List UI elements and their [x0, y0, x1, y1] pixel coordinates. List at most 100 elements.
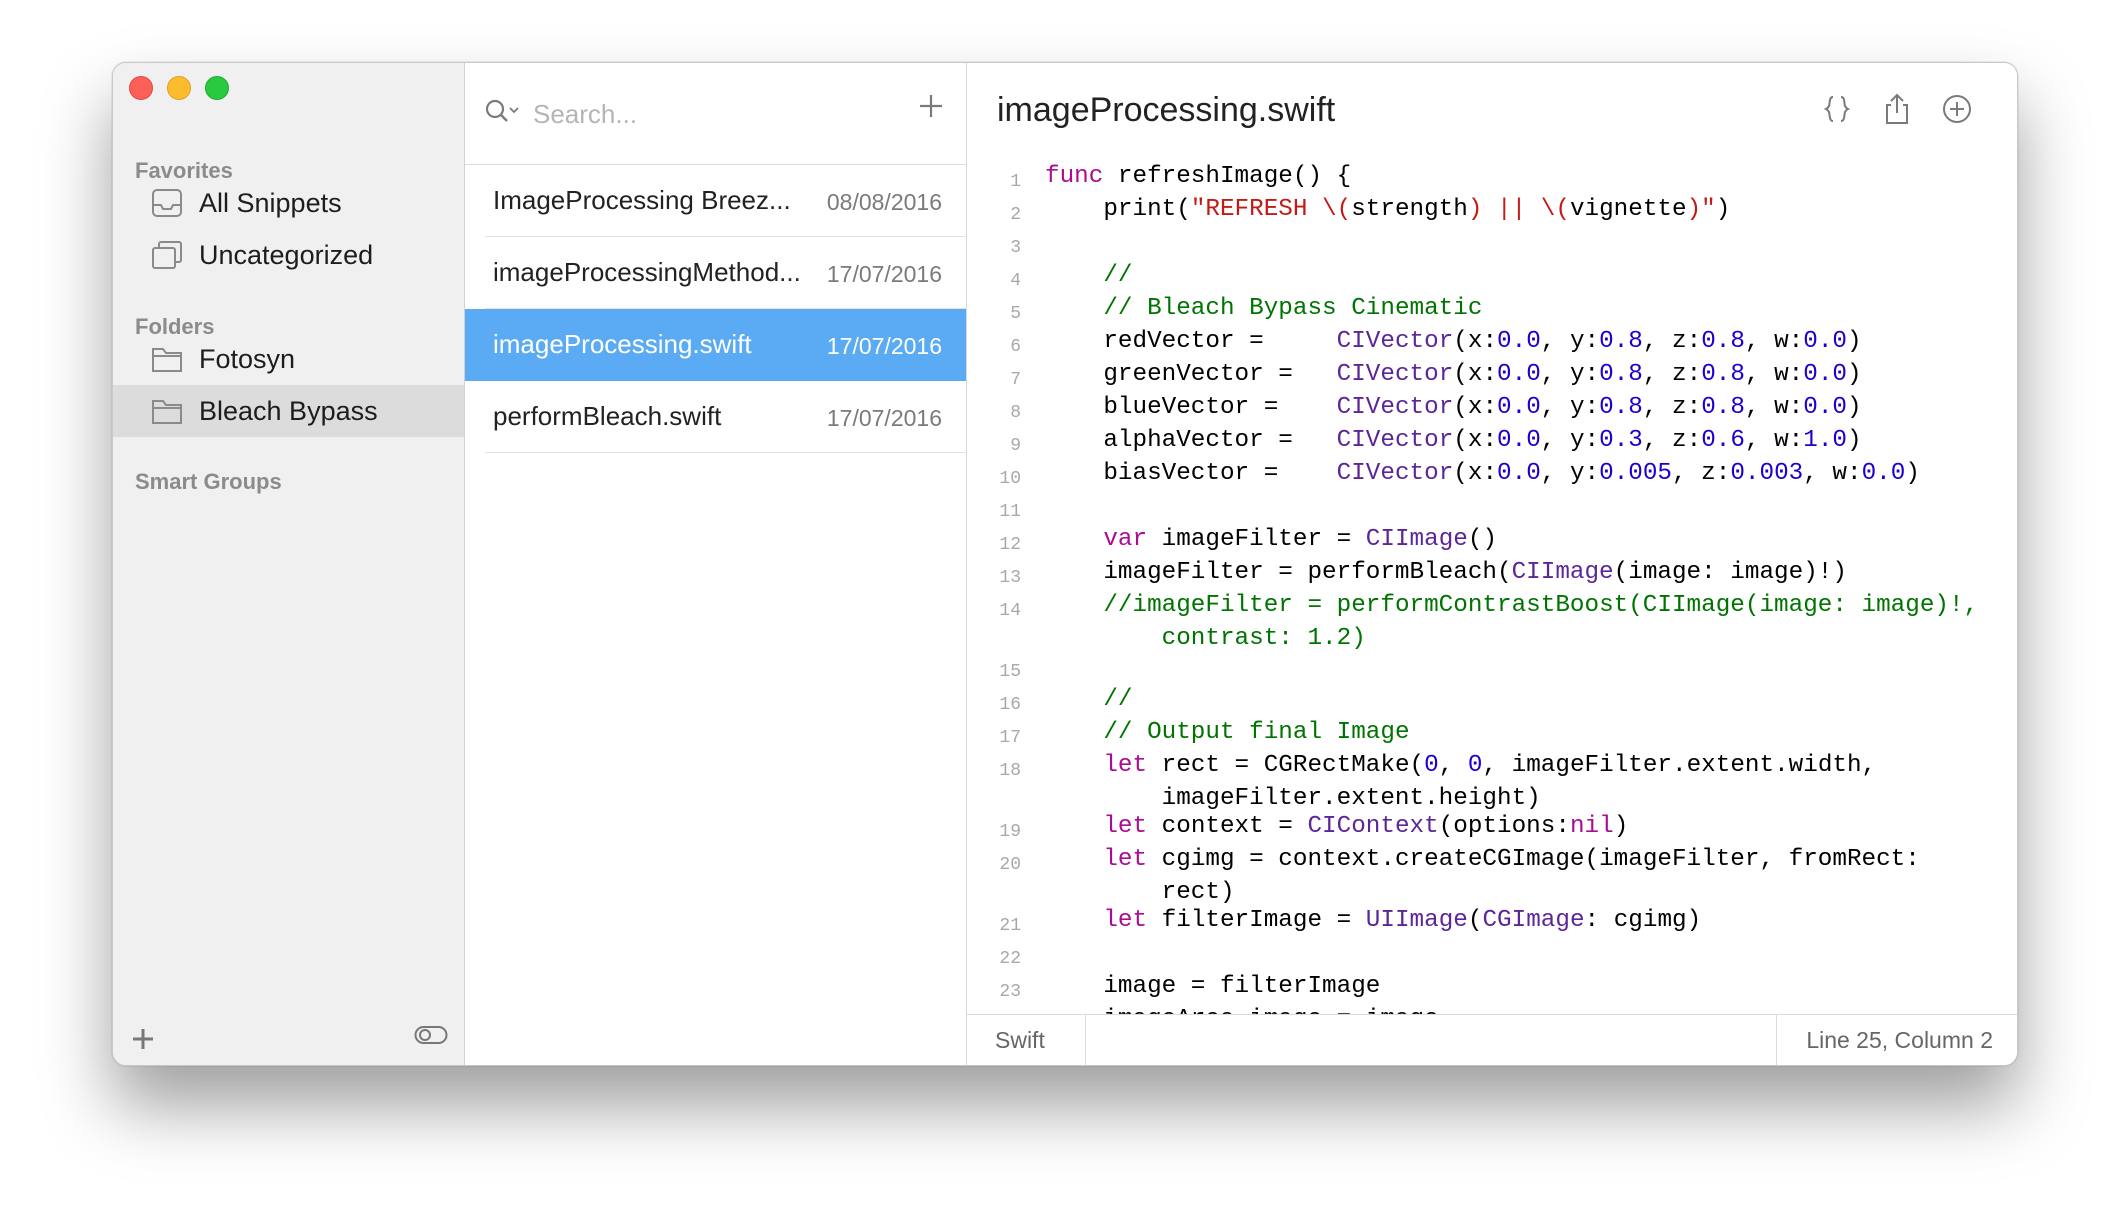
line-number: 3: [1010, 238, 1021, 258]
language-label: Swift: [995, 1027, 1045, 1053]
cursor-position-label: Line 25, Column 2: [1806, 1027, 1993, 1053]
line-number: 5: [1010, 304, 1021, 324]
line-number: 21: [999, 916, 1021, 936]
line-number: 4: [1010, 271, 1021, 291]
line-number: 2: [1010, 205, 1021, 225]
sidebar-toggle-button[interactable]: [414, 1024, 448, 1051]
sidebar-item-label: Uncategorized: [199, 239, 374, 270]
code-line[interactable]: 10 biasVector = CIVector(x:0.0, y:0.005,…: [967, 460, 2017, 493]
code-line[interactable]: imageFilter.extent.height): [967, 785, 2017, 813]
code-line[interactable]: contrast: 1.2): [967, 625, 2017, 653]
code-line[interactable]: 11: [967, 493, 2017, 526]
code-line[interactable]: 15: [967, 653, 2017, 686]
sidebar-item-label: Bleach Bypass: [199, 395, 378, 426]
code-line[interactable]: 23 image = filterImage: [967, 973, 2017, 1006]
sidebar-item-label: Fotosyn: [199, 343, 296, 374]
line-number: 10: [999, 469, 1021, 489]
window-controls: [129, 76, 229, 100]
snippet-title: ImageProcessing Breez...: [493, 185, 791, 215]
sidebar-item-all-snippets[interactable]: All Snippets: [113, 177, 464, 229]
braces-icon[interactable]: [1821, 93, 1853, 125]
line-number: 14: [999, 601, 1021, 621]
snippet-title: imageProcessing.swift: [493, 329, 752, 359]
list-item[interactable]: imageProcessingMethod... 17/07/2016: [465, 237, 966, 309]
code-editor[interactable]: 1 func refreshImage() {2 print("REFRESH \…: [967, 163, 2017, 1065]
code-line[interactable]: 1 func refreshImage() {: [967, 163, 2017, 196]
maximize-window-button[interactable]: [205, 76, 229, 100]
code-line[interactable]: 12 var imageFilter = CIImage(): [967, 526, 2017, 559]
code-text: //: [1103, 686, 1133, 713]
code-text: image = filterImage: [1045, 973, 1381, 1000]
sidebar: Favorites All Snippets Uncategorized Fol…: [113, 63, 465, 1065]
add-snippet-button[interactable]: [914, 89, 948, 123]
code-text: let context = CIContext(options:nil): [1103, 813, 1629, 840]
editor-pane: imageProcessing.swift 1 func refreshImage…: [967, 63, 2017, 1065]
code-line[interactable]: 6 redVector = CIVector(x:0.0, y:0.8, z:0…: [967, 328, 2017, 361]
language-selector[interactable]: Swift: [967, 1015, 1086, 1065]
code-line[interactable]: 8 blueVector = CIVector(x:0.0, y:0.8, z:…: [967, 394, 2017, 427]
line-number: 19: [999, 822, 1021, 842]
stacked-pages-icon: [151, 240, 183, 270]
code-line[interactable]: 21 let filterImage = UIImage(CGImage: cg…: [967, 907, 2017, 940]
minimize-window-button[interactable]: [167, 76, 191, 100]
status-bar: Swift Line 25, Column 2: [967, 1014, 2017, 1065]
snippet-title-heading[interactable]: imageProcessing.swift: [997, 91, 1335, 130]
code-line[interactable]: 3: [967, 229, 2017, 262]
line-number: 22: [999, 949, 1021, 969]
line-number: 15: [999, 662, 1021, 682]
code-line[interactable]: 5 // Bleach Bypass Cinematic: [967, 295, 2017, 328]
list-item[interactable]: performBleach.swift 17/07/2016: [465, 381, 966, 453]
app-window: Favorites All Snippets Uncategorized Fol…: [112, 62, 2018, 1066]
add-folder-button[interactable]: [129, 1025, 157, 1053]
code-text: contrast: 1.2): [1045, 625, 1366, 652]
line-number: 18: [999, 761, 1021, 781]
code-line[interactable]: 18 let rect = CGRectMake(0, 0, imageFilt…: [967, 752, 2017, 785]
line-number: 11: [999, 502, 1021, 522]
list-item[interactable]: ImageProcessing Breez... 08/08/2016: [465, 165, 966, 237]
code-text: imageFilter.extent.height): [1045, 785, 1541, 812]
plus-icon: [920, 95, 942, 117]
code-line[interactable]: rect): [967, 879, 2017, 907]
code-line[interactable]: 7 greenVector = CIVector(x:0.0, y:0.8, z…: [967, 361, 2017, 394]
line-number: 6: [1010, 337, 1021, 357]
sidebar-item-fotosyn[interactable]: Fotosyn: [113, 333, 464, 385]
search-icon[interactable]: [485, 99, 521, 130]
code-line[interactable]: 16 //: [967, 686, 2017, 719]
code-line[interactable]: 2 print("REFRESH \(strength) || \(vignet…: [967, 196, 2017, 229]
search-input[interactable]: [531, 93, 865, 135]
code-line[interactable]: 19 let context = CIContext(options:nil): [967, 813, 2017, 846]
code-line[interactable]: 13 imageFilter = performBleach(CIImage(i…: [967, 559, 2017, 592]
code-text: //imageFilter = performContrastBoost(CII…: [1103, 592, 1979, 619]
code-line[interactable]: 9 alphaVector = CIVector(x:0.0, y:0.3, z…: [967, 427, 2017, 460]
line-number: [967, 625, 1021, 653]
snippet-list-pane: ImageProcessing Breez... 08/08/2016 imag…: [465, 63, 967, 1065]
sidebar-item-uncategorized[interactable]: Uncategorized: [113, 229, 464, 281]
code-text: greenVector = CIVector(x:0.0, y:0.8, z:0…: [1045, 361, 1862, 388]
line-number: 13: [999, 568, 1021, 588]
line-number: 12: [999, 535, 1021, 555]
line-number: 23: [999, 982, 1021, 1002]
code-line[interactable]: 20 let cgimg = context.createCGImage(ima…: [967, 846, 2017, 879]
snippet-title: performBleach.swift: [493, 401, 722, 431]
line-number: 9: [1010, 436, 1021, 456]
share-icon[interactable]: [1881, 93, 1913, 125]
line-number: 1: [1010, 172, 1021, 192]
search-bar: [465, 63, 966, 165]
close-window-button[interactable]: [129, 76, 153, 100]
code-text: //: [1103, 262, 1133, 289]
list-item-selected[interactable]: imageProcessing.swift 17/07/2016: [465, 309, 966, 381]
code-text: var imageFilter = CIImage(): [1103, 526, 1498, 553]
code-line[interactable]: 4 //: [967, 262, 2017, 295]
code-text: rect): [1045, 879, 1235, 906]
code-text: let cgimg = context.createCGImage(imageF…: [1103, 846, 1920, 873]
code-line[interactable]: 17 // Output final Image: [967, 719, 2017, 752]
code-line[interactable]: 22: [967, 940, 2017, 973]
smart-groups-heading: Smart Groups: [135, 469, 282, 494]
add-circle-icon[interactable]: [1941, 93, 1973, 125]
code-text: redVector = CIVector(x:0.0, y:0.8, z:0.8…: [1045, 328, 1862, 355]
code-line[interactable]: 14 //imageFilter = performContrastBoost(…: [967, 592, 2017, 625]
sidebar-item-bleach-bypass[interactable]: Bleach Bypass: [113, 385, 464, 437]
code-text: // Output final Image: [1103, 719, 1410, 746]
